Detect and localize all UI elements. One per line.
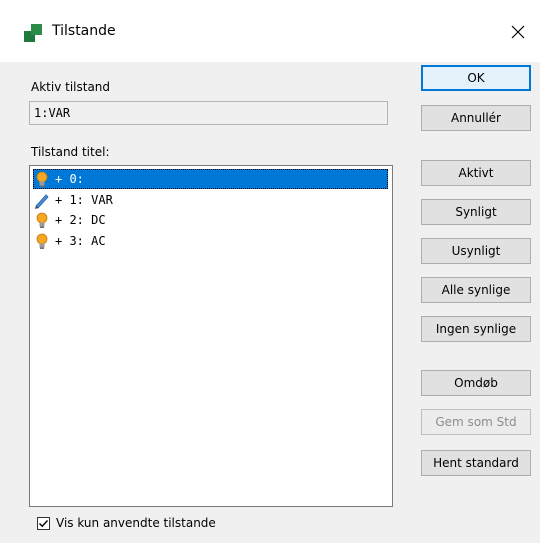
save-default-button[interactable]: Gem som Std (421, 409, 531, 435)
lightbulb-icon (33, 170, 51, 188)
tilstande-dialog: Tilstande Aktiv tilstand 1:VAR Tilstand … (0, 0, 540, 543)
cancel-button[interactable]: Annullér (421, 105, 531, 131)
list-item-state-3[interactable]: + 3: AC (33, 231, 388, 251)
close-button[interactable] (504, 18, 532, 46)
load-default-button[interactable]: Hent standard (421, 450, 531, 476)
show-used-only-label: Vis kun anvendte tilstande (56, 516, 216, 530)
title-bar: Tilstande (0, 0, 540, 62)
lightbulb-icon (33, 232, 51, 250)
show-used-only-checkbox[interactable] (37, 516, 50, 530)
lightbulb-icon (33, 211, 51, 229)
active-button[interactable]: Aktivt (421, 160, 531, 186)
show-used-only-option[interactable]: Vis kun anvendte tilstande (37, 516, 216, 530)
list-item-label: + 3: AC (55, 234, 106, 248)
app-logo-icon (24, 24, 42, 42)
none-visible-button[interactable]: Ingen synlige (421, 316, 531, 342)
active-state-field: 1:VAR (29, 101, 388, 125)
list-item-state-0[interactable]: + 0: (33, 169, 388, 189)
all-visible-button[interactable]: Alle synlige (421, 277, 531, 303)
state-list[interactable]: + 0: + 1: VAR + 2: DC + 3: AC (29, 165, 393, 507)
list-item-label: + 0: (55, 172, 84, 186)
list-item-state-2[interactable]: + 2: DC (33, 210, 388, 230)
list-item-label: + 2: DC (55, 213, 106, 227)
visible-button[interactable]: Synligt (421, 199, 531, 225)
rename-button[interactable]: Omdøb (421, 370, 531, 396)
state-list-label: Tilstand titel: (31, 145, 110, 159)
window-title: Tilstande (52, 23, 116, 39)
ok-button[interactable]: OK (421, 65, 531, 91)
checkmark-icon (39, 519, 49, 527)
active-state-label: Aktiv tilstand (31, 80, 111, 94)
close-icon (511, 25, 525, 39)
invisible-button[interactable]: Usynligt (421, 238, 531, 264)
list-item-label: + 1: VAR (55, 193, 113, 207)
pencil-icon (33, 191, 51, 209)
list-item-state-1[interactable]: + 1: VAR (33, 190, 388, 210)
